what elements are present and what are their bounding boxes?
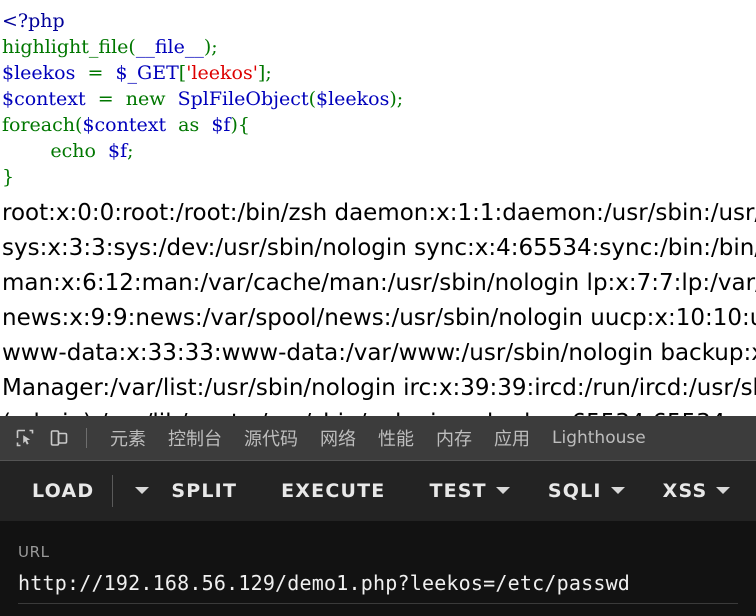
code-token: $context — [82, 114, 167, 136]
passwd-line: man:x:6:12:man:/var/cache/man:/usr/sbin/… — [2, 270, 756, 296]
code-line: } — [2, 166, 14, 188]
code-token: } — [2, 166, 15, 188]
code-token: as — [178, 114, 200, 136]
code-token: $leekos — [2, 62, 76, 84]
passwd-line: sys:x:3:3:sys:/dev:/usr/sbin/nologin syn… — [2, 235, 756, 261]
url-input[interactable] — [18, 570, 738, 604]
xss-button[interactable]: XSS — [661, 474, 733, 508]
xss-button-label: XSS — [662, 479, 708, 502]
test-button[interactable]: TEST — [427, 474, 511, 508]
device-toolbar-icon[interactable] — [44, 423, 74, 453]
code-token: highlight_file — [2, 36, 129, 58]
code-token: = — [87, 62, 104, 84]
page-viewport: <?php highlight_file(__file__); $leekos … — [0, 0, 756, 416]
hackbar-panel: LOAD SPLIT EXECUTE TEST SQLI XSS URL htt… — [0, 460, 756, 616]
chevron-down-icon — [495, 487, 510, 495]
code-token: ( — [308, 88, 317, 110]
browser-window: <?php highlight_file(__file__); $leekos … — [0, 0, 756, 616]
toolbar-divider — [86, 427, 87, 448]
code-line: echo $f; — [2, 140, 134, 162]
chevron-down-icon — [135, 487, 150, 495]
test-button-label: TEST — [429, 479, 487, 502]
inspect-element-icon[interactable] — [10, 423, 40, 453]
code-line: highlight_file(__file__); — [2, 36, 218, 58]
chevron-down-icon — [610, 487, 625, 495]
code-token: $f — [107, 140, 128, 162]
code-token: $f — [211, 114, 231, 136]
code-token: ( — [128, 36, 136, 58]
tab-sources[interactable]: 源代码 — [233, 425, 309, 451]
load-button[interactable]: LOAD — [30, 474, 96, 508]
code-token: $_GET — [115, 62, 179, 84]
hackbar-divider — [112, 474, 114, 507]
tab-application[interactable]: 应用 — [483, 425, 541, 451]
tab-console[interactable]: 控制台 — [157, 425, 233, 451]
tab-lighthouse[interactable]: Lighthouse — [541, 428, 657, 448]
etc-passwd-output: root:x:0:0:root:/root:/bin/zsh daemon:x:… — [0, 196, 756, 416]
split-button[interactable]: SPLIT — [169, 474, 239, 508]
code-token: new — [125, 88, 166, 110]
passwd-line: news:x:9:9:news:/var/spool/news:/usr/sbi… — [2, 305, 756, 331]
code-token: ; — [396, 88, 404, 110]
code-token: SplFileObject — [177, 88, 309, 110]
code-token: ; — [127, 140, 134, 162]
devtools-panel: 元素 控制台 源代码 网络 性能 内存 应用 Lighthouse LOAD S… — [0, 415, 756, 616]
url-panel: URL — [0, 520, 756, 616]
code-line: foreach($context as $f){ — [2, 114, 250, 136]
passwd-line: www-data:x:33:33:www-data:/var/www:/usr/… — [2, 340, 756, 366]
load-options-dropdown[interactable] — [129, 479, 155, 502]
tab-elements[interactable]: 元素 — [99, 425, 157, 451]
passwd-line: (admin):/var/lib/gnats:/usr/sbin/nologin… — [2, 406, 756, 416]
hackbar-toolbar: LOAD SPLIT EXECUTE TEST SQLI XSS — [0, 461, 756, 521]
passwd-line: Manager:/var/list:/usr/sbin/nologin irc:… — [2, 375, 756, 401]
code-token: 'leekos' — [186, 62, 258, 84]
code-token: __file__ — [135, 36, 204, 58]
code-line: <?php — [2, 10, 65, 32]
tab-performance[interactable]: 性能 — [367, 425, 425, 451]
code-token: = — [97, 88, 114, 110]
code-token: ) — [230, 114, 238, 136]
code-token: ; — [211, 36, 218, 58]
code-line: $leekos = $_GET['leekos']; — [2, 62, 272, 84]
code-token: foreach — [2, 114, 76, 136]
devtools-tabbar: 元素 控制台 源代码 网络 性能 内存 应用 Lighthouse — [0, 415, 756, 461]
code-token: <?php — [2, 10, 65, 32]
execute-button[interactable]: EXECUTE — [279, 474, 387, 508]
code-token: ) — [389, 88, 397, 110]
php-source-listing: <?php highlight_file(__file__); $leekos … — [0, 0, 756, 190]
code-token: $leekos — [316, 88, 390, 110]
code-line: $context = new SplFileObject($leekos); — [2, 88, 403, 110]
chevron-down-icon — [716, 487, 731, 495]
sqli-button-label: SQLI — [547, 479, 602, 502]
tab-network[interactable]: 网络 — [309, 425, 367, 451]
passwd-line: root:x:0:0:root:/root:/bin/zsh daemon:x:… — [2, 200, 756, 226]
code-token: { — [237, 114, 250, 136]
url-label: URL — [18, 542, 50, 561]
tab-memory[interactable]: 内存 — [425, 425, 483, 451]
code-token: $context — [2, 88, 86, 110]
sqli-button[interactable]: SQLI — [546, 474, 627, 508]
code-token: echo — [50, 140, 96, 162]
code-token: ; — [265, 62, 272, 84]
